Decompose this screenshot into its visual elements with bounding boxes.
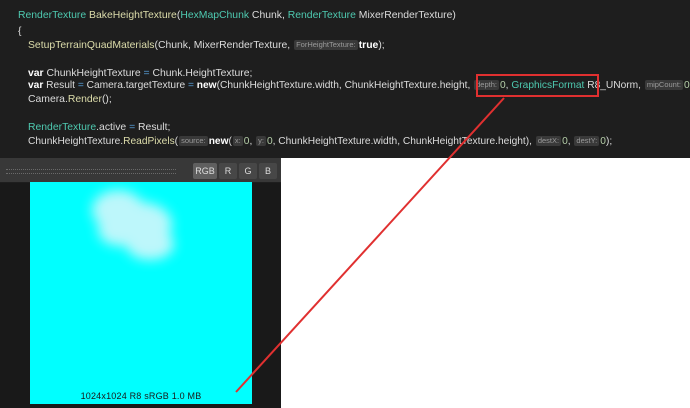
drag-handle[interactable] [6,169,176,174]
code-token: Render [67,94,102,105]
inlay-hint: destX: [535,136,562,147]
code-token: , [249,136,256,147]
code-token: ( [228,136,232,147]
code-token: MixerRenderTexture) [355,10,456,21]
texture-image: 1024x1024 R8 sRGB 1.0 MB [30,182,252,404]
code-token: Camera. [28,94,68,105]
code-token: ChunkHeightTexture. [28,136,124,147]
code-token: var [28,80,44,91]
code-token: (ChunkHeightTexture.width, ChunkHeightTe… [216,80,474,91]
channel-b-button[interactable]: B [259,163,277,179]
code-token: new [208,136,229,147]
code-token: , [567,136,574,147]
highlight-box [476,74,599,97]
code-line-7: Camera.Render(); [28,92,112,108]
inlay-hint: source: [179,136,208,147]
inlay-hint: x: [232,136,243,147]
height-blob-image [92,190,174,260]
code-line-1: RenderTexture BakeHeightTexture(HexMapCh… [18,8,456,24]
inlay-hint: y: [256,136,266,147]
texture-info-label: 1024x1024 R8 sRGB 1.0 MB [80,391,202,401]
channel-g-button[interactable]: G [239,163,257,179]
code-line-10: ChunkHeightTexture.ReadPixels(source: new… [28,134,612,150]
code-token: HexMapChunk [180,10,250,21]
code-token: Camera.targetTexture [83,80,188,91]
code-token: ); [605,136,613,147]
code-token: new [196,80,217,91]
code-token: Result [43,80,78,91]
channel-rgb-button[interactable]: RGB [193,163,217,179]
channel-r-button[interactable]: R [219,163,237,179]
texture-preview-panel: RGB R G B 1024x1024 R8 sRGB 1.0 MB [0,158,281,408]
code-token: ); [378,40,385,51]
code-token: RenderTexture [18,10,87,21]
code-token: (); [101,94,112,105]
code-token: SetupTerrainQuadMaterials [28,40,155,51]
code-token: Result; [135,122,171,133]
code-token: RenderTexture [28,122,97,133]
inlay-hint: destY: [574,136,600,147]
code-token: Chunk, [249,10,288,21]
code-token: ( [174,136,179,147]
code-token: (Chunk, MixerRenderTexture, [154,40,294,51]
code-token: BakeHeightTexture [89,10,177,21]
code-token: RenderTexture [287,10,356,21]
code-token: , ChunkHeightTexture.width, ChunkHeightT… [272,136,535,147]
code-token: true [358,40,379,51]
preview-toolbar: RGB R G B [0,158,281,183]
code-token: ReadPixels [123,136,175,147]
inlay-hint: mipCount: [644,80,684,91]
code-line-2: { [18,24,21,40]
code-line-3: SetupTerrainQuadMaterials(Chunk, MixerRe… [28,38,385,54]
code-token: .active [96,122,130,133]
inlay-hint: ForHeightTexture: [294,40,358,51]
code-token: { [18,26,22,37]
